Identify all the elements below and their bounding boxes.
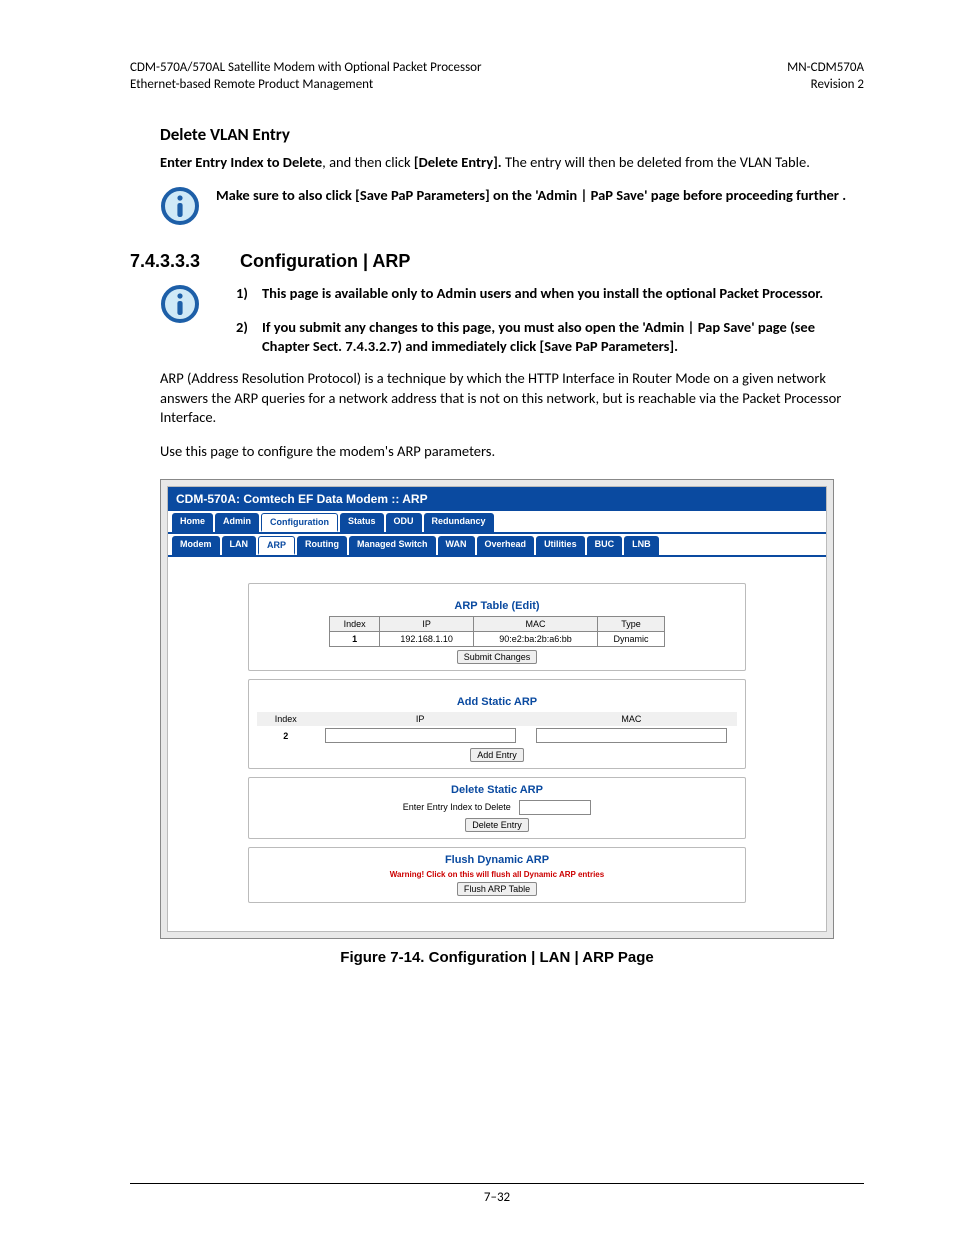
- header-left-2: Ethernet-based Remote Product Management: [130, 77, 482, 94]
- col-type: Type: [597, 617, 664, 632]
- tab-redundancy[interactable]: Redundancy: [424, 513, 494, 532]
- tab-managed-switch[interactable]: Managed Switch: [349, 536, 436, 555]
- add-col-index: Index: [257, 712, 315, 726]
- tab-admin[interactable]: Admin: [215, 513, 259, 532]
- tab-overhead[interactable]: Overhead: [477, 536, 535, 555]
- alert-save-pap-1: Make sure to also click [Save PaP Parame…: [160, 186, 864, 231]
- delete-index-input[interactable]: [519, 800, 591, 815]
- cell-mac: 90:e2:ba:2b:a6:bb: [474, 632, 598, 647]
- flush-arp-table-button[interactable]: Flush ARP Table: [457, 882, 537, 896]
- tab-lnb[interactable]: LNB: [624, 536, 659, 555]
- text-mid: , and then click: [322, 153, 414, 171]
- page-header: CDM-570A/570AL Satellite Modem with Opti…: [130, 60, 864, 94]
- text-tail: The entry will then be deleted from the …: [502, 153, 810, 171]
- tab-lan[interactable]: LAN: [222, 536, 257, 555]
- alert-icon: [160, 284, 200, 329]
- text-delete-entry-bold: [Delete Entry].: [414, 153, 502, 171]
- tab-odu[interactable]: ODU: [386, 513, 422, 532]
- arp-description-paragraph: ARP (Address Resolution Protocol) is a t…: [160, 369, 864, 428]
- screenshot-title: CDM-570A: Comtech EF Data Modem :: ARP: [168, 487, 826, 511]
- delete-static-arp-title: Delete Static ARP: [257, 784, 737, 796]
- page-number: 7–32: [130, 1183, 864, 1205]
- delete-label: Enter Entry Index to Delete: [403, 802, 511, 812]
- header-left-1: CDM-570A/570AL Satellite Modem with Opti…: [130, 60, 482, 77]
- col-mac: MAC: [474, 617, 598, 632]
- flush-dynamic-arp-title: Flush Dynamic ARP: [257, 854, 737, 866]
- screenshot-arp-page: CDM-570A: Comtech EF Data Modem :: ARP H…: [160, 479, 834, 939]
- tab-configuration[interactable]: Configuration: [261, 513, 338, 532]
- add-static-arp-box: Add Static ARP Index IP MAC 2: [248, 679, 746, 769]
- note-1-text: This page is available only to Admin use…: [262, 284, 864, 304]
- arp-use-paragraph: Use this page to configure the modem's A…: [160, 442, 864, 462]
- tab-utilities[interactable]: Utilities: [536, 536, 585, 555]
- figure-caption: Figure 7-14. Configuration | LAN | ARP P…: [130, 949, 864, 966]
- arp-table-edit-title: ARP Table (Edit): [257, 600, 737, 612]
- note-2-prefix: 2): [236, 318, 262, 357]
- text-enter-index-bold: Enter Entry Index to Delete: [160, 153, 322, 171]
- alert-text-1: Make sure to also click [Save PaP Parame…: [216, 186, 864, 206]
- note-2-text: If you submit any changes to this page, …: [262, 318, 864, 357]
- tab-buc[interactable]: BUC: [587, 536, 623, 555]
- tab-status[interactable]: Status: [340, 513, 384, 532]
- tab-routing[interactable]: Routing: [297, 536, 347, 555]
- add-static-arp-title: Add Static ARP: [257, 696, 737, 708]
- arp-table-edit-box: ARP Table (Edit) Index IP MAC Type 1 192…: [248, 583, 746, 671]
- tab-modem[interactable]: Modem: [172, 536, 220, 555]
- alert-config-arp-notes: 1) This page is available only to Admin …: [160, 284, 864, 357]
- note-1-prefix: 1): [236, 284, 262, 304]
- heading-number: 7.4.3.3.3: [130, 251, 240, 272]
- header-right-2: Revision 2: [787, 77, 864, 94]
- add-entry-button[interactable]: Add Entry: [470, 748, 524, 762]
- tab-home[interactable]: Home: [172, 513, 213, 532]
- col-index: Index: [330, 617, 380, 632]
- tabs-primary: Home Admin Configuration Status ODU Redu…: [168, 511, 826, 534]
- delete-static-arp-box: Delete Static ARP Enter Entry Index to D…: [248, 777, 746, 839]
- add-ip-input[interactable]: [325, 728, 516, 743]
- tab-arp[interactable]: ARP: [258, 536, 295, 555]
- delete-vlan-paragraph: Enter Entry Index to Delete, and then cl…: [160, 153, 864, 173]
- header-right-1: MN-CDM570A: [787, 60, 864, 77]
- heading-title: Configuration | ARP: [240, 251, 410, 272]
- add-mac-input[interactable]: [536, 728, 727, 743]
- delete-entry-button[interactable]: Delete Entry: [465, 818, 529, 832]
- add-col-mac: MAC: [526, 712, 737, 726]
- cell-index: 1: [330, 632, 380, 647]
- table-row: 1 192.168.1.10 90:e2:ba:2b:a6:bb Dynamic: [330, 632, 665, 647]
- tab-wan[interactable]: WAN: [438, 536, 475, 555]
- cell-type: Dynamic: [597, 632, 664, 647]
- cell-ip: 192.168.1.10: [380, 632, 474, 647]
- alert-icon: [160, 186, 200, 231]
- add-index-value: 2: [257, 726, 315, 745]
- flush-dynamic-arp-box: Flush Dynamic ARP Warning! Click on this…: [248, 847, 746, 903]
- flush-warning: Warning! Click on this will flush all Dy…: [257, 870, 737, 879]
- col-ip: IP: [380, 617, 474, 632]
- submit-changes-button[interactable]: Submit Changes: [457, 650, 538, 664]
- tabs-secondary: Modem LAN ARP Routing Managed Switch WAN…: [168, 534, 826, 557]
- add-col-ip: IP: [315, 712, 526, 726]
- heading-delete-vlan-entry: Delete VLAN Entry: [160, 124, 864, 145]
- heading-config-arp: 7.4.3.3.3 Configuration | ARP: [130, 251, 864, 272]
